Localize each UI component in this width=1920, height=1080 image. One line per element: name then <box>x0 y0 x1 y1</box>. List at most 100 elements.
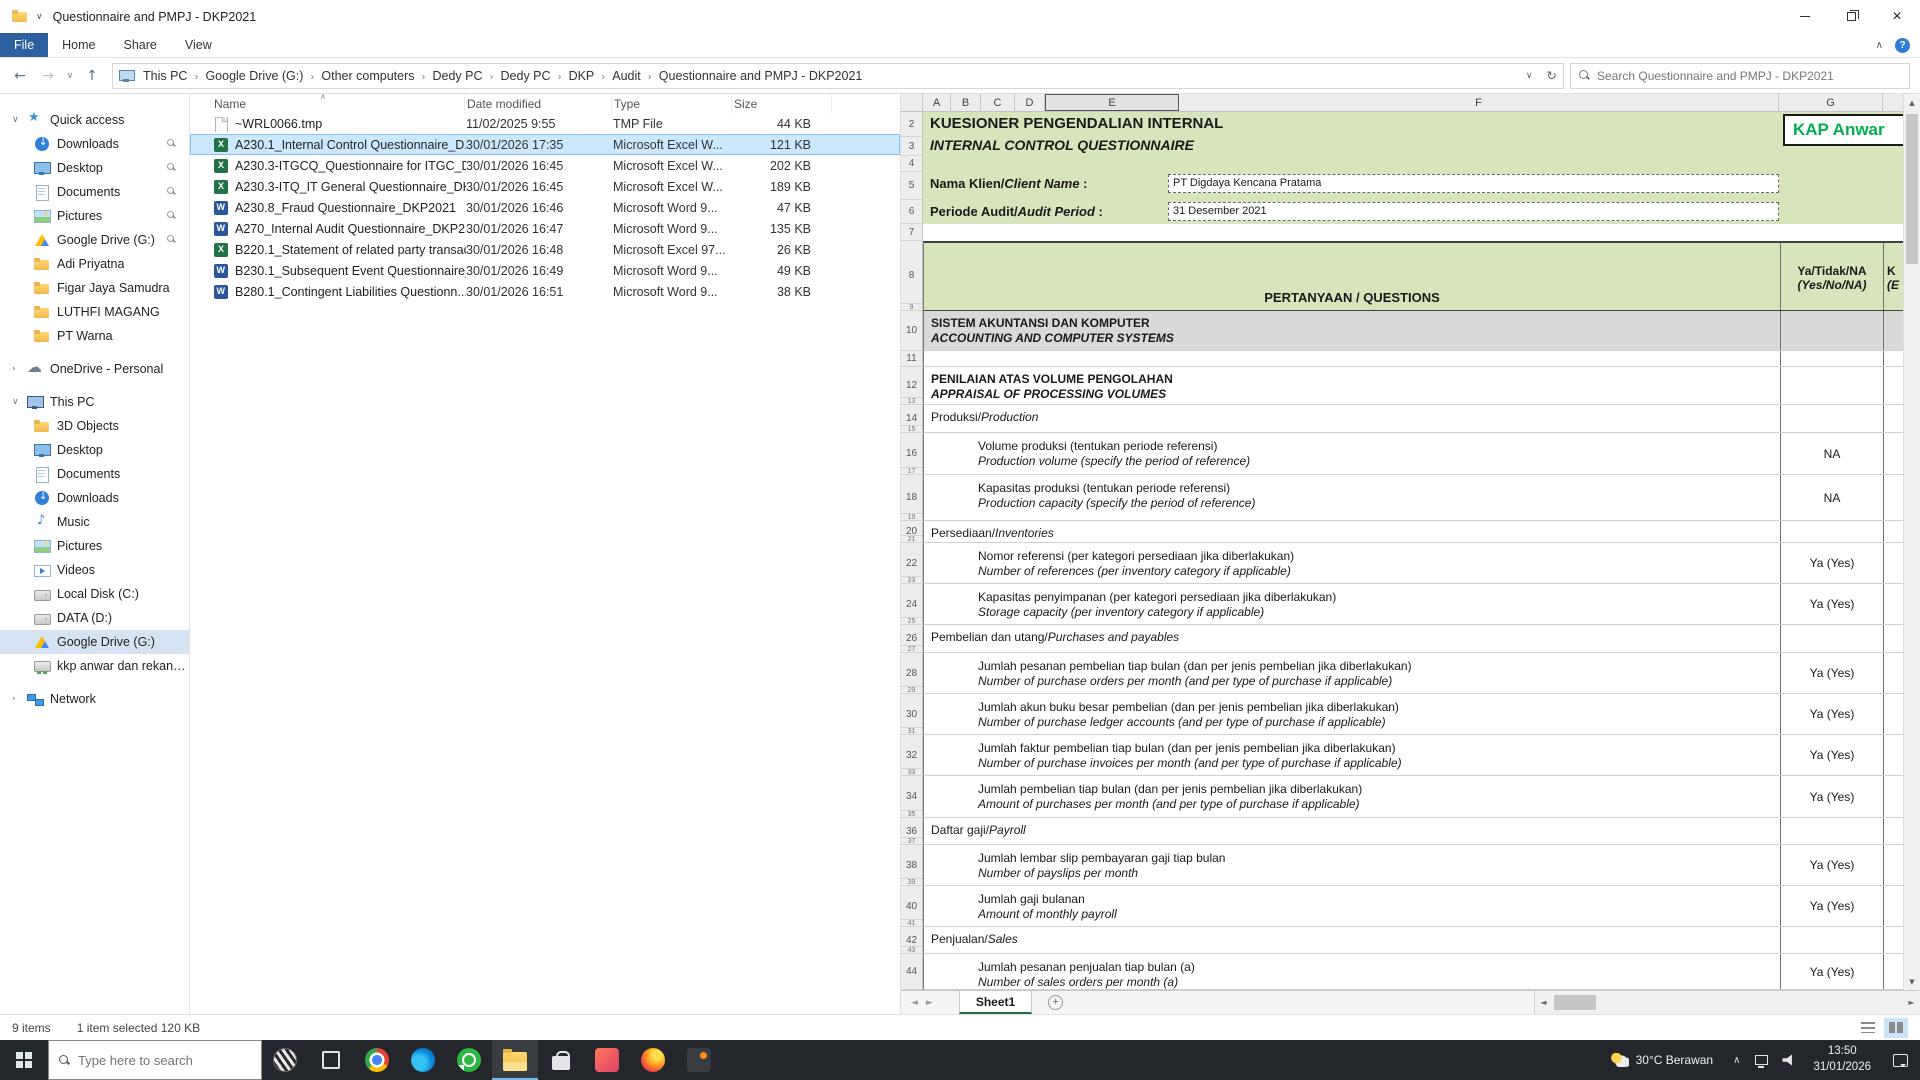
column-header-d[interactable]: D <box>1015 94 1045 111</box>
qat-chevron-icon[interactable]: ∨ <box>36 12 43 22</box>
ribbon-collapse-icon[interactable]: ∧ <box>1876 40 1883 51</box>
taskbar-search-input[interactable] <box>78 1053 254 1068</box>
file-row-a230-3-itgcq-questionnaire-for-itgc-dk[interactable]: A230.3-ITGCQ_Questionnaire for ITGC_DK..… <box>190 155 900 176</box>
column-header-name[interactable]: ∧ Name <box>190 94 465 113</box>
tab-share[interactable]: Share <box>110 33 171 57</box>
breadcrumb-item-dedy-pc[interactable]: Dedy PC <box>497 66 555 86</box>
file-row-b280-1-contingent-liabilities-questionn[interactable]: B280.1_Contingent Liabilities Questionn.… <box>190 281 900 302</box>
weather-widget[interactable]: 30°C Berawan <box>1599 1040 1726 1080</box>
sidebar-section-network[interactable]: ›Network <box>0 687 189 711</box>
scroll-left-icon[interactable]: ◄ <box>1535 998 1552 1007</box>
scroll-right-icon[interactable]: ► <box>1903 998 1920 1007</box>
store-button[interactable] <box>538 1040 584 1080</box>
file-row-b220-1-statement-of-related-party-transac[interactable]: B220.1_Statement of related party transa… <box>190 239 900 260</box>
sidebar-item-desktop[interactable]: Desktop <box>0 156 189 180</box>
sidebar-item-luthfi-magang[interactable]: LUTHFI MAGANG <box>0 300 189 324</box>
clock[interactable]: 13:50 31/01/2026 <box>1803 1044 1881 1075</box>
up-button[interactable]: ↑ <box>78 68 106 84</box>
thumbnail-view-button[interactable] <box>1884 1018 1908 1038</box>
firefox-button[interactable] <box>630 1040 676 1080</box>
file-explorer-button[interactable] <box>492 1040 538 1080</box>
breadcrumb-item-dkp[interactable]: DKP <box>565 66 599 86</box>
sidebar-item-documents[interactable]: Documents <box>0 180 189 204</box>
minimize-button[interactable] <box>1782 0 1828 33</box>
column-header-e[interactable]: E <box>1045 94 1179 111</box>
sidebar-section-this-pc[interactable]: ∨This PC <box>0 390 189 414</box>
help-icon[interactable]: ? <box>1895 38 1910 53</box>
edge-button[interactable] <box>400 1040 446 1080</box>
explorer-search[interactable] <box>1570 63 1910 89</box>
sidebar-item-google-drive-g[interactable]: Google Drive (G:) <box>0 228 189 252</box>
volume-icon[interactable] <box>1775 1040 1803 1080</box>
forward-button[interactable]: → <box>34 68 62 84</box>
breadcrumb-item-questionnaire-and-pmpj-dkp2021[interactable]: Questionnaire and PMPJ - DKP2021 <box>655 66 867 86</box>
sidebar-item-downloads[interactable]: Downloads <box>0 486 189 510</box>
tab-file[interactable]: File <box>0 33 48 57</box>
tab-home[interactable]: Home <box>48 33 109 57</box>
column-header-a[interactable]: A <box>923 94 951 111</box>
sidebar-item-local-disk-c[interactable]: Local Disk (C:) <box>0 582 189 606</box>
file-row-a230-1-internal-control-questionnaire-d[interactable]: A230.1_Internal Control Questionnaire_D.… <box>190 134 900 155</box>
file-row-wrl0066-tmp[interactable]: ~WRL0066.tmp11/02/2025 9:55TMP File44 KB <box>190 113 900 134</box>
preview-vertical-scrollbar[interactable]: ▲ ▼ <box>1903 94 1920 990</box>
column-header-modified[interactable]: Date modified <box>465 94 612 113</box>
vertical-scroll-thumb[interactable] <box>1906 114 1918 264</box>
sidebar-section-onedrive-personal[interactable]: ›OneDrive - Personal <box>0 357 189 381</box>
column-header-g[interactable]: G <box>1779 94 1883 111</box>
sidebar-item-pictures[interactable]: Pictures <box>0 534 189 558</box>
sidebar-item-google-drive-g[interactable]: Google Drive (G:) <box>0 630 189 654</box>
sidebar-item-desktop[interactable]: Desktop <box>0 438 189 462</box>
file-row-a230-8-fraud-questionnaire-dkp2021[interactable]: A230.8_Fraud Questionnaire_DKP202130/01/… <box>190 197 900 218</box>
sidebar-section-quick-access[interactable]: ∨Quick access <box>0 108 189 132</box>
refresh-icon[interactable]: ↻ <box>1547 68 1557 83</box>
scroll-up-icon[interactable]: ▲ <box>1904 94 1920 111</box>
preview-horizontal-scrollbar[interactable]: ◄ ► <box>1534 991 1920 1014</box>
column-header-f[interactable]: F <box>1179 94 1779 111</box>
app-dark-button[interactable] <box>676 1040 722 1080</box>
taskbar-search[interactable] <box>48 1040 262 1080</box>
details-view-button[interactable] <box>1856 1018 1880 1038</box>
add-sheet-icon[interactable]: + <box>1048 995 1063 1010</box>
breadcrumb-item-audit[interactable]: Audit <box>608 66 645 86</box>
sidebar-item-documents[interactable]: Documents <box>0 462 189 486</box>
breadcrumb-item-google-drive-g[interactable]: Google Drive (G:) <box>201 66 307 86</box>
close-button[interactable]: × <box>1874 0 1920 33</box>
horizontal-scroll-track[interactable] <box>1552 991 1903 1014</box>
sidebar-item-downloads[interactable]: Downloads <box>0 132 189 156</box>
horizontal-scroll-thumb[interactable] <box>1554 995 1596 1010</box>
app-orange-button[interactable] <box>584 1040 630 1080</box>
task-view-button[interactable] <box>308 1040 354 1080</box>
file-row-b230-1-subsequent-event-questionnaire[interactable]: B230.1_Subsequent Event Questionnaire_..… <box>190 260 900 281</box>
sheet-corner-cell[interactable] <box>901 94 923 111</box>
search-input[interactable] <box>1597 69 1901 83</box>
whatsapp-button[interactable] <box>446 1040 492 1080</box>
file-row-a230-3-itq-it-general-questionnaire-dk[interactable]: A230.3-ITQ_IT General Questionnaire_DK..… <box>190 176 900 197</box>
column-header-size[interactable]: Size <box>732 94 832 113</box>
sidebar-item-pictures[interactable]: Pictures <box>0 204 189 228</box>
back-button[interactable]: ← <box>6 68 34 84</box>
chrome-button[interactable] <box>354 1040 400 1080</box>
sidebar-item-pt-warna[interactable]: PT Warna <box>0 324 189 348</box>
file-row-a270-internal-audit-questionnaire-dkp2[interactable]: A270_Internal Audit Questionnaire_DKP2..… <box>190 218 900 239</box>
tab-view[interactable]: View <box>171 33 226 57</box>
sidebar-item-data-d[interactable]: DATA (D:) <box>0 606 189 630</box>
sheet-nav-icons[interactable]: ◄► <box>911 998 941 1008</box>
start-button[interactable] <box>0 1040 48 1080</box>
sidebar-item-kkp-anwar-dan-rekan-1[interactable]: kkp anwar dan rekan (\\1 <box>0 654 189 678</box>
action-center-icon[interactable] <box>1881 1040 1920 1080</box>
sheet-tab-sheet1[interactable]: Sheet1 <box>959 991 1032 1014</box>
column-header-c[interactable]: C <box>981 94 1015 111</box>
sidebar-item-videos[interactable]: Videos <box>0 558 189 582</box>
recent-locations-icon[interactable]: ∨ <box>62 71 78 81</box>
tray-overflow-icon[interactable]: ∧ <box>1725 1055 1748 1066</box>
zebra-app-button[interactable] <box>262 1040 308 1080</box>
scroll-down-icon[interactable]: ▼ <box>1904 973 1920 990</box>
sidebar-item-music[interactable]: Music <box>0 510 189 534</box>
restore-button[interactable] <box>1828 0 1874 33</box>
network-icon[interactable] <box>1748 1040 1775 1080</box>
column-header-type[interactable]: Type <box>612 94 732 113</box>
sidebar-item-figar-jaya-samudra[interactable]: Figar Jaya Samudra <box>0 276 189 300</box>
address-dropdown-icon[interactable]: ∨ <box>1526 71 1533 81</box>
sidebar-item-3d-objects[interactable]: 3D Objects <box>0 414 189 438</box>
column-header-b[interactable]: B <box>951 94 981 111</box>
